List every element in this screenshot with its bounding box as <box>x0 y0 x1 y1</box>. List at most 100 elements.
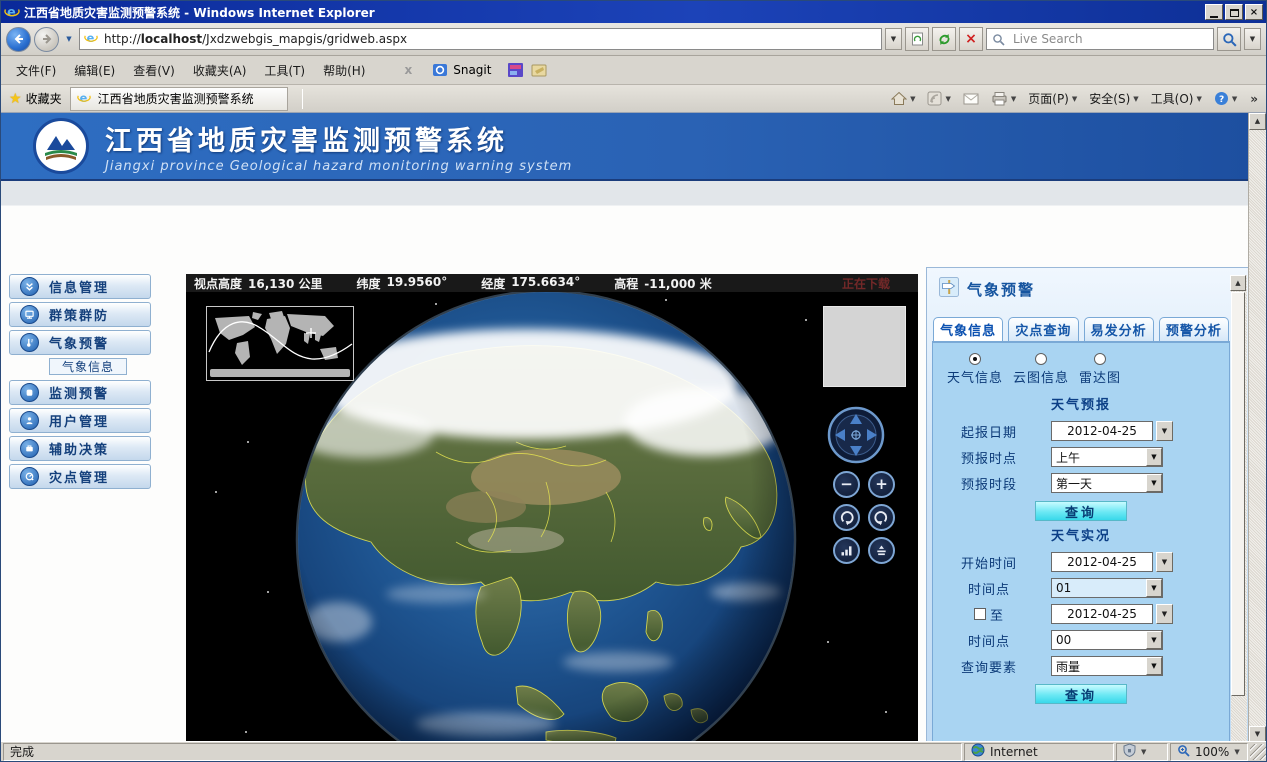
tilt-up-button[interactable] <box>833 537 860 564</box>
radio-weather-info[interactable]: 天气信息 <box>947 353 1003 386</box>
favorites-button[interactable]: ★ 收藏夹 <box>5 90 70 107</box>
menu-bar: 文件(F) 编辑(E) 查看(V) 收藏夹(A) 工具(T) 帮助(H) x S… <box>1 56 1266 85</box>
minimize-button[interactable] <box>1205 4 1223 20</box>
overview-map-inset[interactable] <box>206 306 354 381</box>
rotate-right-button[interactable] <box>868 504 895 531</box>
radio-icon[interactable] <box>1094 353 1106 365</box>
zoom-in-button[interactable]: + <box>868 471 895 498</box>
forecast-time-select[interactable]: 上午▼ <box>1051 447 1163 467</box>
to-checkbox[interactable] <box>974 608 986 620</box>
snagit-capture-icon[interactable] <box>507 62 523 78</box>
toolbar-close-icon[interactable]: x <box>404 63 412 77</box>
chevron-down-icon[interactable]: ▼ <box>1146 474 1162 492</box>
page-menu-button[interactable]: 页面(P) ▼ <box>1025 88 1080 109</box>
scrollbar-thumb[interactable] <box>1231 292 1245 696</box>
search-options-dropdown[interactable]: ▼ <box>1244 28 1261 50</box>
scroll-up-icon[interactable]: ▲ <box>1249 113 1266 130</box>
tilt-reset-button[interactable] <box>868 537 895 564</box>
help-menu-button[interactable]: ? ▼ <box>1211 89 1240 108</box>
sidebar-submenu-weather-info[interactable]: 气象信息 <box>49 358 127 375</box>
command-overflow-button[interactable]: » <box>1246 92 1262 106</box>
protected-mode-cell[interactable]: ▼ <box>1116 743 1168 761</box>
query-element-select[interactable]: 雨量▼ <box>1051 656 1163 676</box>
actual-to-input[interactable]: 2012-04-25 <box>1051 604 1153 624</box>
tab-label: 易发分析 <box>1091 320 1147 339</box>
sidebar-item-hazard-point-mgmt[interactable]: 灾点管理 <box>9 464 151 489</box>
tab-warning-analysis[interactable]: 预警分析 <box>1159 317 1229 341</box>
radio-icon[interactable] <box>1035 353 1047 365</box>
sidebar-item-decision-support[interactable]: 辅助决策 <box>9 436 151 461</box>
chevron-down-icon[interactable]: ▼ <box>1146 631 1162 649</box>
favorites-label: 收藏夹 <box>26 90 62 107</box>
url-protocol: http:// <box>104 32 141 46</box>
sidebar-item-label: 群策群防 <box>49 305 109 324</box>
sidebar-item-group-defense[interactable]: 群策群防 <box>9 302 151 327</box>
panel-header: 气象预警 <box>939 277 1035 301</box>
home-button[interactable]: ▼ <box>888 89 918 108</box>
feeds-button[interactable]: ▼ <box>924 89 953 108</box>
address-dropdown-button[interactable]: ▼ <box>885 28 902 50</box>
tab-hazard-query[interactable]: 灾点查询 <box>1008 317 1078 341</box>
zoom-out-button[interactable]: − <box>833 471 860 498</box>
resize-grip[interactable] <box>1250 744 1266 760</box>
sidebar-item-label: 辅助决策 <box>49 439 109 458</box>
actual-start-dropdown-icon[interactable]: ▼ <box>1156 552 1173 572</box>
maximize-button[interactable] <box>1225 4 1243 20</box>
tools-menu-button[interactable]: 工具(O) ▼ <box>1148 88 1205 109</box>
compatibility-view-button[interactable] <box>905 27 929 51</box>
zoom-level-cell[interactable]: 100% ▼ <box>1170 743 1248 761</box>
browser-tab[interactable]: e 江西省地质灾害监测预警系统 <box>70 87 288 111</box>
actual-start-input[interactable]: 2012-04-25 <box>1051 552 1153 572</box>
svg-text:?: ? <box>1219 95 1224 105</box>
scroll-up-icon[interactable]: ▲ <box>1230 275 1246 291</box>
start-hour-select[interactable]: 01▼ <box>1051 578 1163 598</box>
menu-edit[interactable]: 编辑(E) <box>65 58 124 83</box>
stop-button[interactable]: × <box>959 27 983 51</box>
sidebar-item-info-mgmt[interactable]: 信息管理 <box>9 274 151 299</box>
forecast-date-input[interactable]: 2012-04-25 <box>1051 421 1153 441</box>
tab-susceptibility-analysis[interactable]: 易发分析 <box>1084 317 1154 341</box>
menu-help[interactable]: 帮助(H) <box>314 58 374 83</box>
panel-vertical-scrollbar[interactable]: ▲ ▼ <box>1231 275 1247 743</box>
chevron-down-icon[interactable]: ▼ <box>1146 579 1162 597</box>
to-label: 至 <box>990 605 1004 624</box>
security-menu-button[interactable]: 安全(S) ▼ <box>1086 88 1141 109</box>
history-dropdown-button[interactable]: ▼ <box>62 29 76 49</box>
refresh-button[interactable] <box>932 27 956 51</box>
forecast-period-select[interactable]: 第一天▼ <box>1051 473 1163 493</box>
radio-cloud-image[interactable]: 云图信息 <box>1013 353 1069 386</box>
forecast-query-button[interactable]: 查询 <box>1035 501 1127 521</box>
end-hour-select[interactable]: 00▼ <box>1051 630 1163 650</box>
tab-weather-info[interactable]: 气象信息 <box>933 317 1003 341</box>
print-button[interactable]: ▼ <box>988 89 1019 108</box>
sidebar-item-weather-warning[interactable]: 气象预警 <box>9 330 151 355</box>
sidebar-item-user-mgmt[interactable]: 用户管理 <box>9 408 151 433</box>
live-search-input[interactable]: Live Search <box>986 28 1214 50</box>
back-button[interactable] <box>6 27 31 52</box>
menu-file[interactable]: 文件(F) <box>7 58 65 83</box>
menu-tools[interactable]: 工具(T) <box>255 58 314 83</box>
actual-query-button[interactable]: 查询 <box>1035 684 1127 704</box>
rotate-left-button[interactable] <box>833 504 860 531</box>
search-button[interactable] <box>1217 27 1241 51</box>
address-input[interactable]: e http://localhost/Jxdzwebgis_mapgis/gri… <box>79 28 882 50</box>
elevation-value: -11,000 米 <box>644 275 711 292</box>
sidebar-item-monitor-warning[interactable]: 监测预警 <box>9 380 151 405</box>
forward-button[interactable] <box>34 27 59 52</box>
radio-icon[interactable] <box>969 353 981 365</box>
snagit-editor-icon[interactable] <box>531 62 547 78</box>
menu-favorites[interactable]: 收藏夹(A) <box>184 58 256 83</box>
globe-map-canvas[interactable]: 视点高度16,130 公里 纬度19.9560° 经度175.6634° 高程-… <box>186 274 918 743</box>
read-mail-button[interactable] <box>960 91 982 107</box>
close-button[interactable]: × <box>1245 4 1263 20</box>
tab-title: 江西省地质灾害监测预警系统 <box>98 90 254 107</box>
radio-radar-image[interactable]: 雷达图 <box>1079 353 1121 386</box>
chevron-down-icon[interactable]: ▼ <box>1146 657 1162 675</box>
snagit-button[interactable]: Snagit <box>426 60 497 80</box>
forecast-date-dropdown-icon[interactable]: ▼ <box>1156 421 1173 441</box>
menu-view[interactable]: 查看(V) <box>124 58 184 83</box>
chevron-down-icon[interactable]: ▼ <box>1146 448 1162 466</box>
page-vertical-scrollbar[interactable]: ▲ ▼ <box>1248 113 1266 743</box>
actual-to-dropdown-icon[interactable]: ▼ <box>1156 604 1173 624</box>
pan-compass-control[interactable] <box>827 406 885 464</box>
